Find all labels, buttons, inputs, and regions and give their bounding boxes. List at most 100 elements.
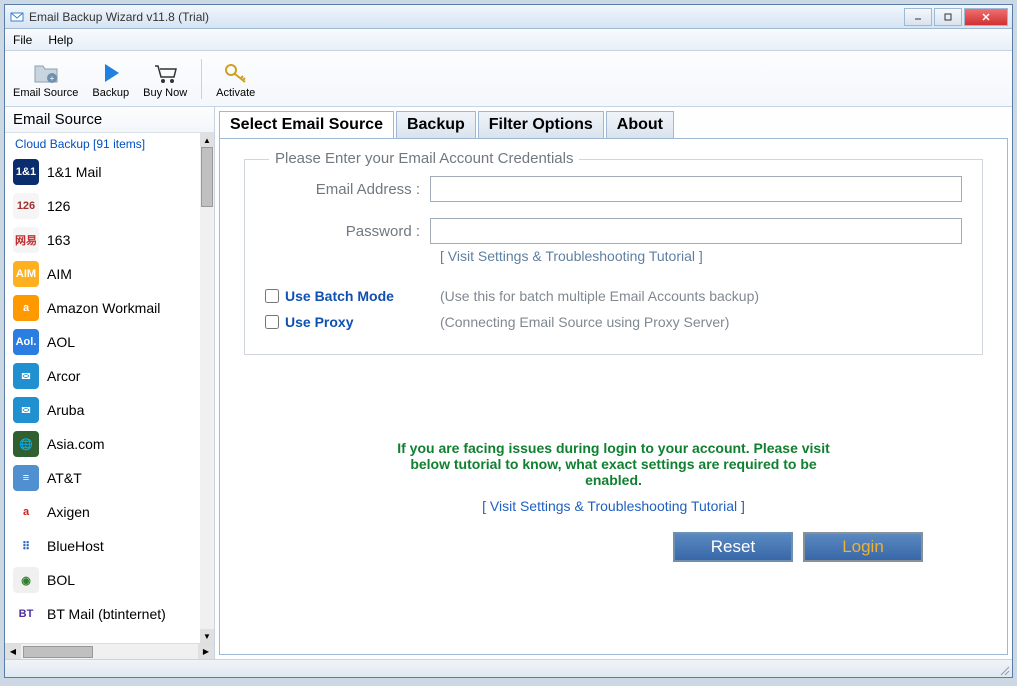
source-item[interactable]: ≡ AT&T (5, 461, 200, 495)
proxy-hint: (Connecting Email Source using Proxy Ser… (440, 314, 729, 330)
toolbar: + Email Source Backup Buy Now Activate (5, 51, 1012, 107)
toolbar-activate[interactable]: Activate (216, 59, 255, 99)
help-text: If you are facing issues during login to… (384, 440, 844, 488)
source-label: BOL (47, 572, 75, 588)
source-icon: BT (13, 601, 39, 627)
source-item[interactable]: a Axigen (5, 495, 200, 529)
source-icon: 1&1 (13, 159, 39, 185)
source-icon: ✉ (13, 363, 39, 389)
source-icon: 🌐 (13, 431, 39, 457)
email-input[interactable] (430, 176, 962, 202)
key-icon (222, 59, 250, 87)
button-row: Reset Login (244, 532, 983, 562)
source-label: AOL (47, 334, 75, 350)
scroll-right-icon[interactable]: ▶ (198, 644, 214, 659)
source-label: 163 (47, 232, 70, 248)
proxy-checkbox[interactable] (265, 315, 279, 329)
menu-file[interactable]: File (13, 33, 32, 47)
source-label: Asia.com (47, 436, 105, 452)
email-label: Email Address : (265, 181, 430, 198)
toolbar-backup[interactable]: Backup (92, 59, 129, 99)
app-icon (9, 9, 25, 25)
source-icon: ≡ (13, 465, 39, 491)
scroll-down-icon[interactable]: ▼ (200, 629, 214, 643)
source-label: AT&T (47, 470, 82, 486)
source-item[interactable]: ✉ Arcor (5, 359, 200, 393)
app-window: Email Backup Wizard v11.8 (Trial) File H… (4, 4, 1013, 678)
scroll-thumb[interactable] (201, 147, 213, 207)
main-area: Email Source Cloud Backup [91 items] 1&1… (5, 107, 1012, 659)
source-item[interactable]: 网易 163 (5, 223, 200, 257)
source-icon: Aol. (13, 329, 39, 355)
source-label: Arcor (47, 368, 80, 384)
statusbar (5, 659, 1012, 677)
source-icon: a (13, 295, 39, 321)
horizontal-scrollbar[interactable]: ◀ ▶ (5, 643, 214, 659)
source-icon: ⠿ (13, 533, 39, 559)
source-item[interactable]: BT BT Mail (btinternet) (5, 597, 200, 631)
source-icon: ◉ (13, 567, 39, 593)
maximize-button[interactable] (934, 8, 962, 26)
scroll-left-icon[interactable]: ◀ (5, 644, 21, 659)
proxy-label: Use Proxy (285, 314, 440, 330)
source-icon: AIM (13, 261, 39, 287)
toolbar-buy-now[interactable]: Buy Now (143, 59, 187, 99)
source-icon: a (13, 499, 39, 525)
source-item[interactable]: 1&1 1&1 Mail (5, 155, 200, 189)
source-icon: 网易 (13, 227, 39, 253)
toolbar-email-source[interactable]: + Email Source (13, 59, 78, 99)
source-item[interactable]: 🌐 Asia.com (5, 427, 200, 461)
menu-help[interactable]: Help (48, 33, 73, 47)
tab-about[interactable]: About (606, 111, 674, 138)
fieldset-legend: Please Enter your Email Account Credenti… (269, 150, 579, 167)
reset-button[interactable]: Reset (673, 532, 793, 562)
source-item[interactable]: ◉ BOL (5, 563, 200, 597)
vertical-scrollbar[interactable]: ▲ ▼ (200, 133, 214, 643)
source-label: Axigen (47, 504, 90, 520)
resize-grip[interactable] (998, 663, 1010, 675)
batch-mode-label: Use Batch Mode (285, 288, 440, 304)
password-label: Password : (265, 223, 430, 240)
source-icon: 126 (13, 193, 39, 219)
source-label: Amazon Workmail (47, 300, 160, 316)
menubar: File Help (5, 29, 1012, 51)
help-block: If you are facing issues during login to… (244, 440, 983, 514)
tab-strip: Select Email Source Backup Filter Option… (219, 111, 1008, 138)
content-panel: Select Email Source Backup Filter Option… (215, 107, 1012, 659)
svg-text:+: + (49, 74, 54, 83)
window-controls (904, 8, 1008, 26)
source-label: BlueHost (47, 538, 104, 554)
source-label: Aruba (47, 402, 84, 418)
batch-mode-checkbox[interactable] (265, 289, 279, 303)
tab-panel: Please Enter your Email Account Credenti… (219, 138, 1008, 655)
sidebar-list: Cloud Backup [91 items] 1&1 1&1 Mail 12612… (5, 133, 214, 643)
minimize-button[interactable] (904, 8, 932, 26)
titlebar: Email Backup Wizard v11.8 (Trial) (5, 5, 1012, 29)
window-title: Email Backup Wizard v11.8 (Trial) (29, 10, 904, 24)
password-input[interactable] (430, 218, 962, 244)
close-button[interactable] (964, 8, 1008, 26)
source-item[interactable]: ✉ Aruba (5, 393, 200, 427)
source-item[interactable]: Aol. AOL (5, 325, 200, 359)
scroll-up-icon[interactable]: ▲ (200, 133, 214, 147)
source-item[interactable]: ⠿ BlueHost (5, 529, 200, 563)
tab-select-source[interactable]: Select Email Source (219, 111, 394, 138)
play-icon (97, 59, 125, 87)
cloud-backup-header[interactable]: Cloud Backup [91 items] (5, 133, 200, 155)
source-label: 1&1 Mail (47, 164, 101, 180)
sidebar-header: Email Source (5, 107, 214, 133)
cart-icon (151, 59, 179, 87)
tab-backup[interactable]: Backup (396, 111, 476, 138)
tutorial-link-top[interactable]: [ Visit Settings & Troubleshooting Tutor… (440, 248, 962, 264)
batch-mode-hint: (Use this for batch multiple Email Accou… (440, 288, 759, 304)
source-item[interactable]: AIMAIM (5, 257, 200, 291)
source-item[interactable]: a Amazon Workmail (5, 291, 200, 325)
source-label: BT Mail (btinternet) (47, 606, 166, 622)
hscroll-thumb[interactable] (23, 646, 93, 658)
source-item[interactable]: 126126 (5, 189, 200, 223)
sidebar: Email Source Cloud Backup [91 items] 1&1… (5, 107, 215, 659)
source-icon: ✉ (13, 397, 39, 423)
tutorial-link-bottom[interactable]: [ Visit Settings & Troubleshooting Tutor… (244, 498, 983, 514)
tab-filter-options[interactable]: Filter Options (478, 111, 604, 138)
login-button[interactable]: Login (803, 532, 923, 562)
